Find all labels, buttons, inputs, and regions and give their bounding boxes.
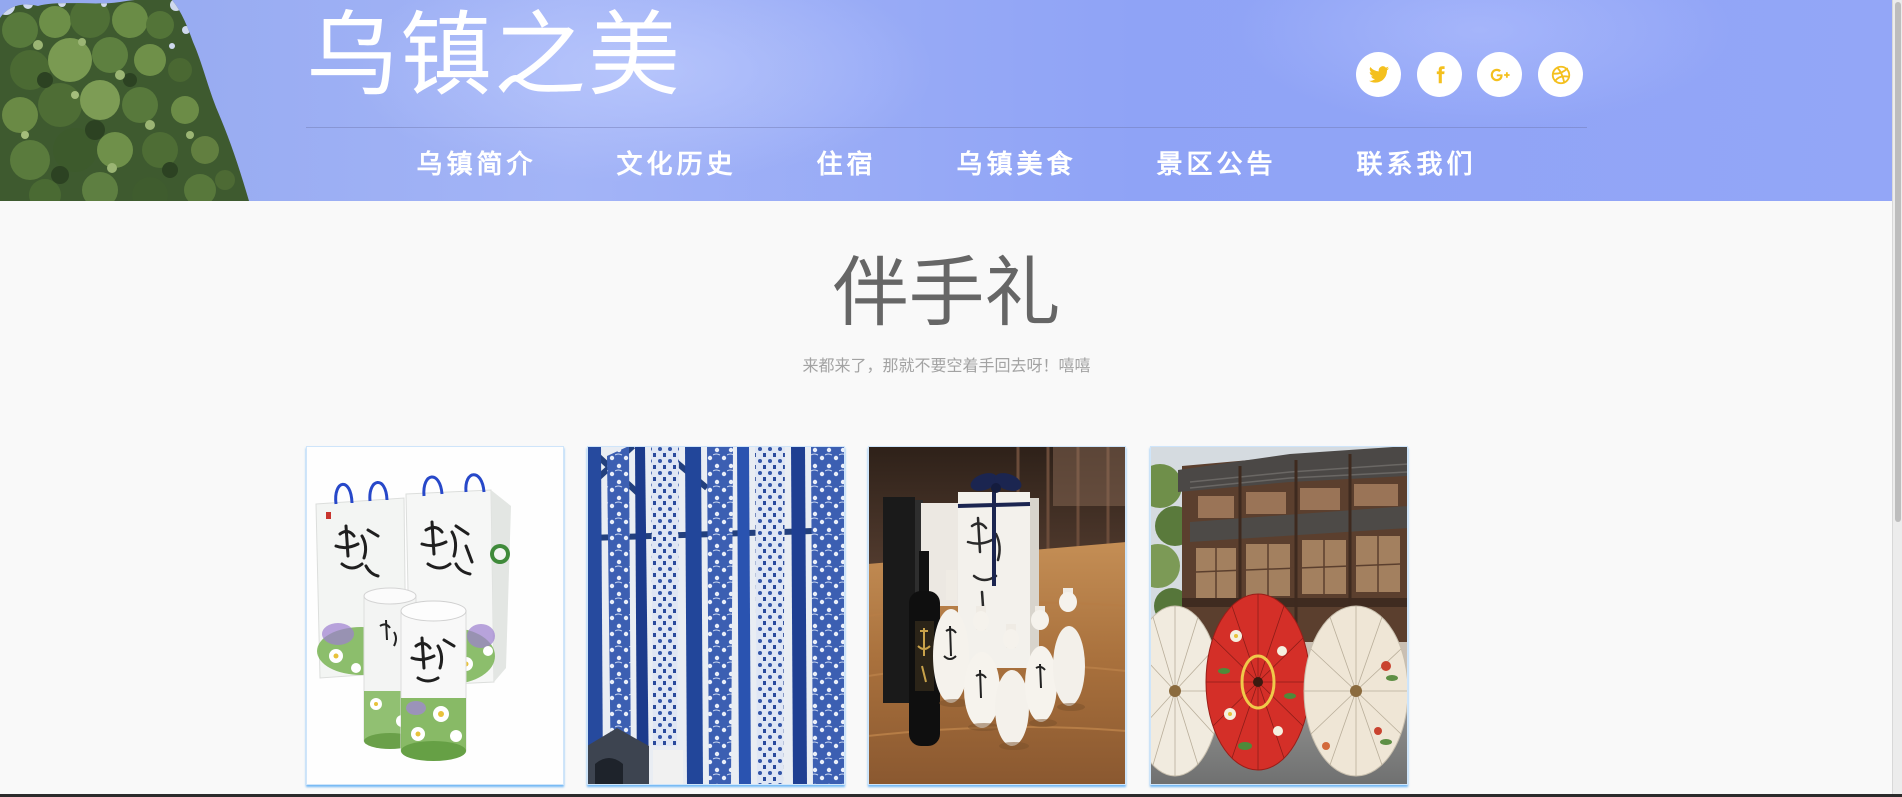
twitter-icon[interactable]: [1356, 52, 1401, 97]
indigo-fabric-image: [588, 447, 844, 784]
facebook-icon[interactable]: [1417, 52, 1462, 97]
site-title: 乌镇之美: [306, 2, 683, 109]
tree-foliage-image: [0, 0, 249, 201]
oil-paper-umbrellas-image: [1151, 447, 1407, 784]
nav-item-food[interactable]: 乌镇美食: [957, 147, 1077, 183]
vertical-scrollbar[interactable]: [1892, 0, 1902, 797]
dribbble-icon[interactable]: [1538, 52, 1583, 97]
white-gift-box: [957, 473, 1039, 668]
site-header: 乌镇之美 乌镇简介 文化历史 住宿 乌镇美食 景区公告 联系我们: [0, 0, 1892, 201]
nav-item-lodging[interactable]: 住宿: [816, 147, 876, 183]
google-plus-glyph: [1490, 68, 1510, 81]
header-divider: [306, 127, 1587, 128]
nav-item-notices[interactable]: 景区公告: [1157, 147, 1277, 183]
red-umbrella: [1205, 593, 1311, 771]
tea-canister-front: [400, 600, 467, 761]
tree-canopy: [0, 0, 249, 201]
nav-item-contact[interactable]: 联系我们: [1357, 147, 1477, 183]
twitter-bird-glyph: [1368, 65, 1389, 83]
gallery-card[interactable]: [306, 446, 564, 785]
tea-gift-package-image: [307, 447, 563, 784]
main-nav: 乌镇简介 文化历史 住宿 乌镇美食 景区公告 联系我们: [306, 147, 1587, 183]
google-plus-icon[interactable]: [1477, 52, 1522, 97]
section-title: 伴手礼: [832, 248, 1061, 337]
nav-item-intro[interactable]: 乌镇简介: [416, 147, 536, 183]
scrollbar-thumb[interactable]: [1895, 2, 1901, 522]
section-subtitle: 来都来了，那就不要空着手回去呀！嘻嘻: [802, 356, 1091, 375]
gallery-card[interactable]: [1150, 446, 1408, 785]
ceramic-wine-bottles-image: [869, 447, 1125, 784]
nav-item-history[interactable]: 文化历史: [616, 147, 736, 183]
cream-umbrella-right: [1303, 605, 1407, 777]
gallery-card[interactable]: [868, 446, 1126, 785]
dribbble-ball-glyph: [1551, 65, 1570, 84]
facebook-f-glyph: [1436, 65, 1445, 83]
gallery-card[interactable]: [587, 446, 845, 785]
